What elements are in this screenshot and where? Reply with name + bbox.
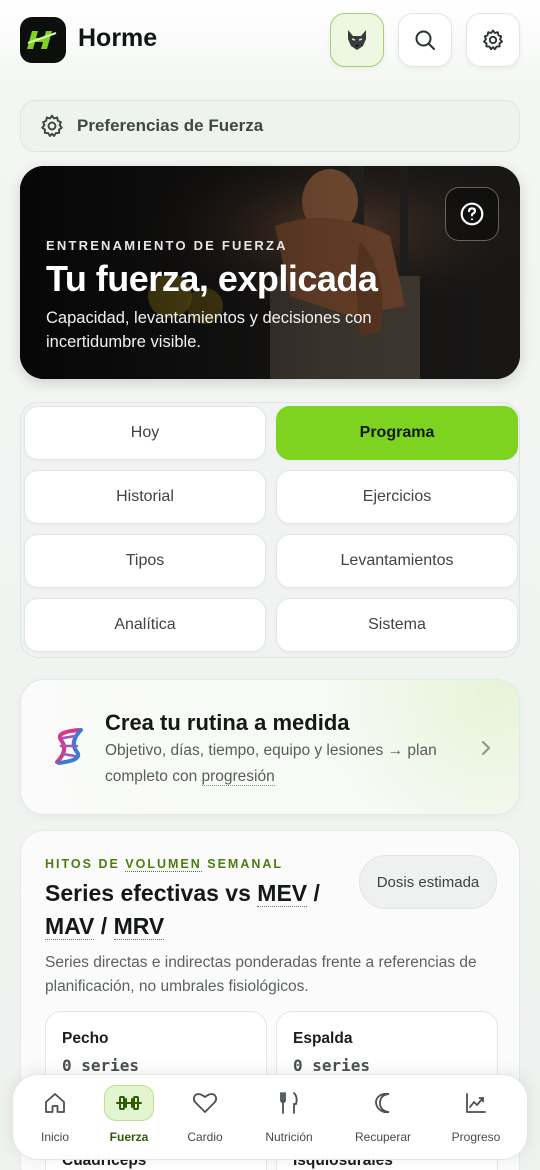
- tab-hoy[interactable]: Hoy: [24, 406, 266, 460]
- sep: /: [94, 913, 114, 939]
- muscle-name: Pecho: [62, 1030, 109, 1047]
- estimated-dose-button[interactable]: Dosis estimada: [359, 855, 497, 909]
- nav-label: Recuperar: [354, 1130, 412, 1144]
- mev-term[interactable]: MEV: [257, 880, 308, 907]
- nav-recuperar[interactable]: Recuperar: [343, 1085, 423, 1151]
- muscle-name: Espalda: [293, 1030, 353, 1047]
- gear-icon: [483, 29, 503, 51]
- chart-line-icon: [466, 1093, 486, 1113]
- section-tabs: Hoy Programa Historial Ejercicios Tipos …: [20, 402, 520, 658]
- hero-subtitle: Capacidad, levantamientos y decisiones c…: [46, 309, 372, 351]
- search-button[interactable]: [398, 13, 452, 67]
- nav-label: Nutrición: [265, 1130, 313, 1144]
- chevron-right-icon: [482, 741, 490, 755]
- app-header: Horme: [0, 0, 540, 82]
- bottom-nav: Inicio Fuerza Cardio Nutrición Recuperar…: [12, 1074, 528, 1160]
- settings-button[interactable]: [466, 13, 520, 67]
- routine-title: Crea tu rutina a medida: [105, 710, 350, 735]
- strength-preferences-button[interactable]: Preferencias de Fuerza: [20, 100, 520, 152]
- dna-icon: [55, 728, 83, 765]
- nav-inicio[interactable]: Inicio: [15, 1085, 95, 1151]
- tab-sistema[interactable]: Sistema: [276, 598, 518, 652]
- preferences-label: Preferencias de Fuerza: [77, 116, 264, 135]
- fork-knife-icon: [280, 1092, 298, 1114]
- nav-label: Inicio: [40, 1130, 69, 1144]
- volume-title: Series efectivas vs MEV / MAV / MRV: [45, 877, 345, 943]
- hero-title: Tu fuerza, explicada: [46, 258, 378, 299]
- volume-eyebrow: HITOS DE VOLUMEN SEMANAL: [45, 857, 284, 872]
- dumbbell-icon: [116, 1096, 142, 1110]
- nav-cardio[interactable]: Cardio: [165, 1085, 245, 1151]
- sep: /: [307, 880, 320, 906]
- muscle-series: 0 series: [62, 1056, 140, 1075]
- horme-logo-icon[interactable]: [20, 17, 66, 63]
- tab-ejercicios[interactable]: Ejercicios: [276, 470, 518, 524]
- moon-icon: [375, 1092, 390, 1114]
- help-button[interactable]: [445, 187, 499, 241]
- tab-programa[interactable]: Programa: [276, 406, 518, 460]
- home-icon: [45, 1093, 65, 1113]
- nav-fuerza[interactable]: Fuerza: [89, 1085, 169, 1151]
- nav-label: Fuerza: [109, 1130, 149, 1144]
- create-routine-card[interactable]: Crea tu rutina a medida Objetivo, días, …: [20, 679, 520, 815]
- title-pre: Series efectivas vs: [45, 880, 258, 906]
- routine-description: Objetivo, días, tiempo, equipo y lesione…: [105, 738, 465, 790]
- tab-tipos[interactable]: Tipos: [24, 534, 266, 588]
- volume-term[interactable]: VOLUMEN: [125, 857, 202, 872]
- eyebrow-post: SEMANAL: [201, 857, 284, 871]
- nav-label: Cardio: [187, 1130, 223, 1144]
- hero-eyebrow: ENTRENAMIENTO DE FUERZA: [46, 238, 288, 253]
- wolf-icon: [348, 30, 366, 50]
- nav-label: Progreso: [451, 1130, 501, 1144]
- eyebrow-pre: HITOS DE: [45, 857, 126, 871]
- hero-banner: ENTRENAMIENTO DE FUERZA Tu fuerza, expli…: [20, 166, 520, 379]
- nav-nutricion[interactable]: Nutrición: [249, 1085, 329, 1151]
- heart-icon: [192, 1093, 218, 1113]
- tab-historial[interactable]: Historial: [24, 470, 266, 524]
- tab-analitica[interactable]: Analítica: [24, 598, 266, 652]
- search-icon: [415, 30, 435, 50]
- wolf-mode-button[interactable]: [330, 13, 384, 67]
- progression-term[interactable]: progresión: [201, 768, 275, 786]
- volume-description: Series directas e indirectas ponderadas …: [45, 954, 477, 995]
- question-circle-icon: [460, 202, 484, 226]
- mrv-term[interactable]: MRV: [113, 913, 165, 940]
- muscle-series: 0 series: [293, 1056, 371, 1075]
- gear-icon: [41, 114, 63, 137]
- app-title: Horme: [78, 24, 158, 52]
- tab-levantamientos[interactable]: Levantamientos: [276, 534, 518, 588]
- nav-progreso[interactable]: Progreso: [436, 1085, 516, 1151]
- mav-term[interactable]: MAV: [45, 913, 95, 940]
